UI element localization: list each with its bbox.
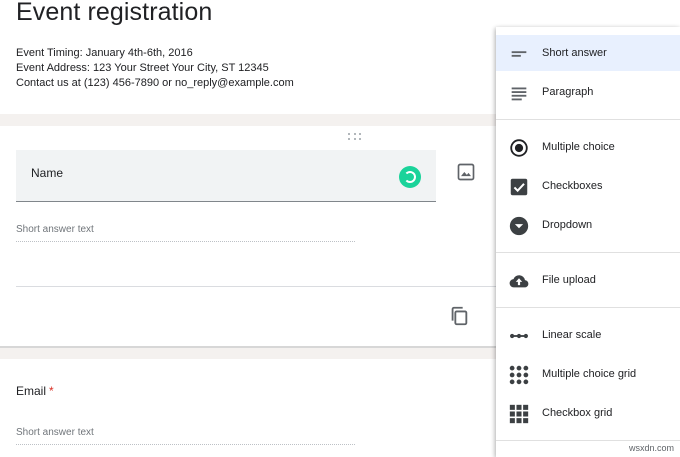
menu-item-label: Multiple choice <box>542 141 615 153</box>
form-description-line-2[interactable]: Event Address: 123 Your Street Your City… <box>16 62 269 74</box>
form-description-line-1[interactable]: Event Timing: January 4th-6th, 2016 <box>16 47 193 59</box>
menu-divider <box>496 119 680 120</box>
card-footer-divider <box>16 286 500 287</box>
question-title-text: Name <box>31 166 64 180</box>
short-answer-underline <box>16 241 355 242</box>
menu-item-multiple-choice-grid[interactable]: Multiple choice grid <box>496 356 680 392</box>
watermark: wsxdn.com <box>628 443 674 453</box>
short-answer-placeholder: Short answer text <box>16 224 94 235</box>
menu-item-label: Multiple choice grid <box>542 368 637 380</box>
menu-divider <box>496 307 680 308</box>
form-description-line-3[interactable]: Contact us at (123) 456-7890 or no_reply… <box>16 77 294 89</box>
question-title-input[interactable] <box>16 150 436 202</box>
menu-item-file-upload[interactable]: File upload <box>496 262 680 298</box>
form-title[interactable]: Event registration <box>16 0 212 27</box>
menu-item-label: Dropdown <box>542 219 593 231</box>
question-title-label: Email <box>16 384 47 398</box>
checkbox-icon <box>510 178 528 196</box>
menu-item-checkboxes[interactable]: Checkboxes <box>496 168 680 204</box>
menu-item-linear-scale[interactable]: Linear scale <box>496 317 680 353</box>
add-image-icon[interactable] <box>456 162 476 182</box>
menu-item-checkbox-grid[interactable]: Checkbox grid <box>496 395 680 431</box>
menu-item-short-answer[interactable]: Short answer <box>496 35 680 71</box>
drag-handle-icon[interactable] <box>347 132 363 142</box>
short-answer-underline <box>16 444 355 445</box>
menu-item-label: Checkboxes <box>542 180 603 192</box>
grid-dots-icon <box>509 365 529 385</box>
duplicate-icon[interactable] <box>448 305 470 327</box>
required-asterisk: * <box>49 384 54 398</box>
short-answer-placeholder: Short answer text <box>16 427 94 438</box>
menu-item-label: Linear scale <box>542 329 602 341</box>
menu-item-paragraph[interactable]: Paragraph <box>496 74 680 110</box>
menu-item-label: File upload <box>542 274 596 286</box>
question-type-menu: Short answer Paragraph Multiple choice C… <box>496 27 680 457</box>
menu-divider <box>496 440 680 441</box>
menu-item-dropdown[interactable]: Dropdown <box>496 207 680 243</box>
grid-squares-icon <box>509 404 529 424</box>
question-title-text: Email * <box>16 384 54 398</box>
dropdown-icon <box>509 216 529 236</box>
menu-item-label: Checkbox grid <box>542 407 613 419</box>
menu-divider <box>496 252 680 253</box>
short-answer-icon <box>511 51 527 57</box>
grammar-assistant-icon[interactable] <box>399 166 421 188</box>
menu-item-multiple-choice[interactable]: Multiple choice <box>496 129 680 165</box>
linear-scale-icon <box>510 333 528 339</box>
cloud-upload-icon <box>509 275 529 288</box>
menu-item-label: Paragraph <box>542 86 594 98</box>
radio-icon <box>510 139 528 157</box>
menu-item-label: Short answer <box>542 47 607 59</box>
paragraph-icon <box>511 87 527 101</box>
question-card[interactable] <box>0 359 500 457</box>
